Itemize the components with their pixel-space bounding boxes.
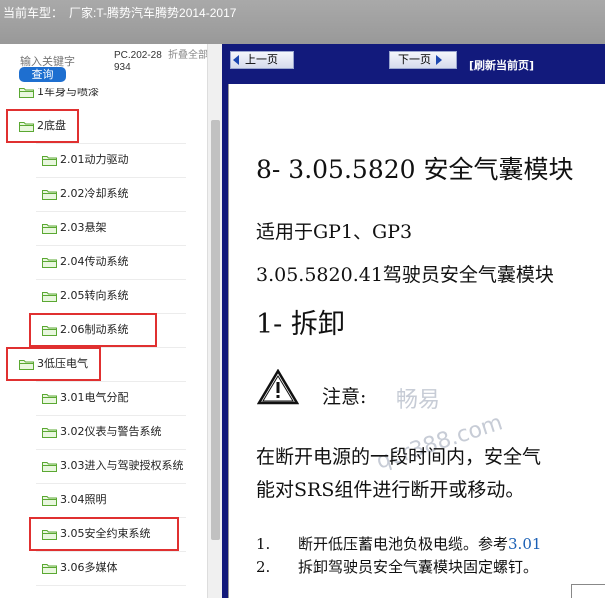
collapse-all-link[interactable]: 折叠全部 [168,50,208,82]
doc-applies-to: 适用于GP1、GP3 [256,221,413,243]
tree-item[interactable]: 3.02仪表与警告系统 [42,424,162,440]
tree-scrollbar[interactable] [207,44,222,598]
catalog-tree: 1车身与喷漆 2底盘 2.01动力驱动 2.02冷却系统 2.03悬架 2.04传动系统 2… [0,88,207,598]
doc-title: 8- 3.05.5820 安全气囊模块 [256,155,574,184]
tree-separator [36,551,186,552]
watermark-text: 畅易 [396,388,441,413]
tree-separator [36,449,186,450]
tree-separator [36,585,186,586]
tree-item-label: 2.02冷却系统 [60,187,129,200]
tree-separator [36,245,186,246]
doc-step-heading: 1- 拆卸 [256,309,345,340]
tree-item-label: 2.05转向系统 [60,289,129,302]
page-nav-bar: 上一页 下一页 [刷新当前页] [228,44,605,84]
folder-icon [19,88,34,98]
content-box-corner [571,584,605,598]
folder-icon [42,563,57,574]
tree-item[interactable]: 3.03进入与驾驶授权系统 [42,458,184,474]
reference-link[interactable]: 3.01 [508,535,541,553]
tree-item[interactable]: 3.01电气分配 [42,390,129,406]
folder-icon [42,495,57,506]
tree-item-label: 3.03进入与驾驶授权系统 [60,459,184,472]
tree-separator [36,381,186,382]
tree-item-label: 1车身与喷漆 [37,88,99,98]
tree-item-label: 2.01动力驱动 [60,153,129,166]
tree-scrollbar-thumb[interactable] [211,120,220,540]
tree-item-label: 3.01电气分配 [60,391,129,404]
arrow-right-icon [436,55,442,65]
vehicle-name: T-腾势汽车腾势2014-2017 [96,6,237,20]
tree-separator [36,177,186,178]
folder-icon [42,189,57,200]
procedure-step-1: 1. 断开低压蓄电池负极电缆。参考3.01 [256,533,541,554]
tree-separator [36,483,186,484]
tree-separator [36,415,186,416]
highlight-box [29,517,179,551]
catalog-panel: 查询 PC.202-28934 折叠全部 1车身与喷漆2底盘2.01动力驱动2.… [0,44,222,598]
tree-separator [36,143,186,144]
tree-item-label: 3.06多媒体 [60,561,118,574]
arrow-left-icon [233,55,239,65]
current-model-label: 当前车型： [3,6,64,20]
procedure-step-2: 2. 拆卸驾驶员安全气囊模块固定螺钉。 [256,556,538,577]
tree-item-label: 3.02仪表与警告系统 [60,425,162,438]
step-text: 断开低压蓄电池负极电缆。参考 [298,535,509,553]
tree-item[interactable]: 3.06多媒体 [42,560,118,576]
next-page-label: 下一页 [398,53,431,66]
refresh-page-link[interactable]: [刷新当前页] [469,57,534,73]
folder-icon [42,461,57,472]
top-bar: 当前车型： 厂家:T-腾势汽车腾势2014-2017 [0,0,605,44]
folder-icon [42,427,57,438]
document-content: 畅易 qcr388.com 8- 3.05.5820 安全气囊模块 适用于GP1… [228,84,605,598]
folder-icon [42,155,57,166]
prev-page-label: 上一页 [245,53,278,66]
step-number: 2. [256,558,271,576]
warning-icon [257,369,299,405]
prev-page-button[interactable]: 上一页 [230,51,294,69]
highlight-box [6,109,79,143]
tree-item[interactable]: 3.04照明 [42,492,107,508]
doc-section-title: 3.05.5820.41驾驶员安全气囊模块 [256,264,554,286]
tree-item[interactable]: 1车身与喷漆 [19,88,99,100]
tree-item[interactable]: 2.01动力驱动 [42,152,129,168]
highlight-box [29,313,157,347]
folder-icon [42,393,57,404]
search-button[interactable]: 查询 [19,67,66,82]
tree-item-label: 3.04照明 [60,493,107,506]
tree-separator [36,279,186,280]
highlight-box [6,347,101,381]
tree-separator [36,211,186,212]
next-page-button[interactable]: 下一页 [389,51,457,69]
tree-item[interactable]: 2.03悬架 [42,220,107,236]
manufacturer-label: 厂家: [69,6,97,20]
tree-item[interactable]: 2.05转向系统 [42,288,129,304]
step-text: 拆卸驾驶员安全气囊模块固定螺钉。 [298,558,539,576]
tree-item-label: 2.04传动系统 [60,255,129,268]
tree-item[interactable]: 2.04传动系统 [42,254,129,270]
tree-item[interactable]: 2.02冷却系统 [42,186,129,202]
search-row: 查询 PC.202-28934 折叠全部 [0,44,222,88]
caution-text-line2: 能对SRS组件进行断开或移动。 [256,479,525,501]
folder-icon [42,291,57,302]
caution-text-line1: 在断开电源的一段时间内，安全气 [256,446,542,468]
folder-icon [42,257,57,268]
document-panel: 上一页 下一页 [刷新当前页] 畅易 qcr388.com 8- 3.05.58… [228,44,605,598]
caution-label: 注意: [322,386,367,408]
document-code: PC.202-28934 [114,50,162,73]
step-number: 1. [256,535,271,553]
folder-icon [42,223,57,234]
tree-item-label: 2.03悬架 [60,221,107,234]
